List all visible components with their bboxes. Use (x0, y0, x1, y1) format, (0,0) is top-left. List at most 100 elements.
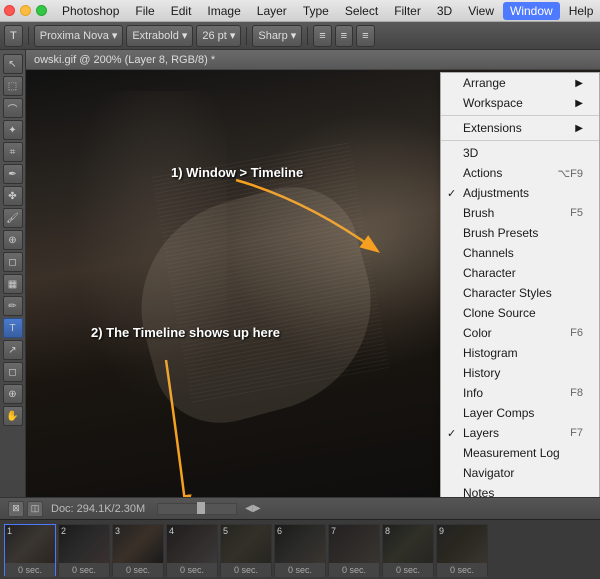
menu-type[interactable]: Type (296, 2, 336, 20)
canvas-tab[interactable]: owski.gif @ 200% (Layer 8, RGB/8) * (26, 50, 600, 70)
toolbar-divider-1 (28, 27, 29, 45)
frame-label-3: 0 sec. (113, 563, 163, 577)
tool-brush[interactable]: 🖌 (3, 208, 23, 228)
menu-item-arrange[interactable]: Arrange ▶ (441, 73, 599, 93)
menu-item-navigator-label: Navigator (463, 466, 514, 480)
menu-item-clone-source[interactable]: Clone Source (441, 303, 599, 323)
options-toolbar: T Proxima Nova ▾ Extrabold ▾ 26 pt ▾ Sha… (0, 22, 600, 50)
menu-item-navigator[interactable]: Navigator (441, 463, 599, 483)
tool-move[interactable]: ↖ (3, 54, 23, 74)
menu-item-histogram[interactable]: Histogram (441, 343, 599, 363)
menu-file[interactable]: File (128, 2, 161, 20)
timeline-frame-1[interactable]: 1 0 sec. (4, 524, 56, 576)
menu-item-color-label: Color (463, 326, 492, 340)
menu-layer[interactable]: Layer (250, 2, 294, 20)
tool-spot-heal[interactable]: ✤ (3, 186, 23, 206)
menu-item-color[interactable]: Color F6 (441, 323, 599, 343)
align-right-button[interactable]: ≡ (356, 25, 374, 47)
tool-hand[interactable]: ✋ (3, 406, 23, 426)
frame-thumbnail-9 (437, 525, 487, 563)
menu-item-extensions[interactable]: Extensions ▶ (441, 118, 599, 138)
timeline-frame-9[interactable]: 9 0 sec. (436, 524, 488, 576)
status-icons: ⊠ ◫ (8, 501, 43, 517)
menu-item-3d[interactable]: 3D (441, 143, 599, 163)
menu-item-workspace[interactable]: Workspace ▶ (441, 93, 599, 113)
menu-item-extensions-label: Extensions (463, 121, 522, 135)
tool-eraser[interactable]: ◻ (3, 252, 23, 272)
tool-path-select[interactable]: ↗ (3, 340, 23, 360)
menu-help[interactable]: Help (562, 2, 600, 20)
menu-window[interactable]: Window (503, 2, 560, 20)
font-style-selector[interactable]: Extrabold ▾ (126, 25, 193, 47)
menu-item-layers[interactable]: ✓ Layers F7 (441, 423, 599, 443)
menu-photoshop[interactable]: Photoshop (55, 2, 126, 20)
extensions-submenu-arrow: ▶ (575, 123, 583, 134)
menu-filter[interactable]: Filter (387, 2, 428, 20)
frame-num-1: 1 (7, 526, 12, 536)
frame-label-7: 0 sec. (329, 563, 379, 577)
tool-crop[interactable]: ⌗ (3, 142, 23, 162)
frame-thumbnail-2 (59, 525, 109, 563)
tool-pen[interactable]: ✏ (3, 296, 23, 316)
playhead[interactable] (197, 502, 205, 514)
timeline-frame-5[interactable]: 5 0 sec. (220, 524, 272, 576)
menu-item-brush[interactable]: Brush F5 (441, 203, 599, 223)
menu-3d[interactable]: 3D (430, 2, 459, 20)
font-size-input[interactable]: 26 pt ▾ (196, 25, 241, 47)
align-left-button[interactable]: ≡ (313, 25, 331, 47)
frame-thumbnail-1 (5, 525, 55, 563)
tool-wand[interactable]: ✦ (3, 120, 23, 140)
timeline-frame-3[interactable]: 3 0 sec. (112, 524, 164, 576)
frame-thumbnail-3 (113, 525, 163, 563)
menu-item-notes[interactable]: Notes (441, 483, 599, 497)
menu-item-character[interactable]: Character (441, 263, 599, 283)
menu-image[interactable]: Image (200, 2, 247, 20)
tool-lasso[interactable]: ⌒ (3, 98, 23, 118)
timeline-frame-7[interactable]: 7 0 sec. (328, 524, 380, 576)
menu-items: Photoshop File Edit Image Layer Type Sel… (55, 2, 600, 20)
progress-area (157, 503, 237, 515)
layers-check: ✓ (447, 427, 456, 440)
menu-item-layer-comps[interactable]: Layer Comps (441, 403, 599, 423)
menu-item-layers-label: Layers (463, 426, 499, 440)
tool-gradient[interactable]: ▦ (3, 274, 23, 294)
frame-label-2: 0 sec. (59, 563, 109, 577)
timeline-frame-8[interactable]: 8 0 sec. (382, 524, 434, 576)
tool-eyedropper[interactable]: ✒ (3, 164, 23, 184)
maximize-button[interactable] (36, 5, 47, 16)
menu-item-actions[interactable]: Actions ⌥F9 (441, 163, 599, 183)
tool-marquee[interactable]: ⬚ (3, 76, 23, 96)
menu-item-channels[interactable]: Channels (441, 243, 599, 263)
menu-item-actions-label: Actions (463, 166, 502, 180)
timeline-frame-6[interactable]: 6 0 sec. (274, 524, 326, 576)
menu-item-adjustments[interactable]: ✓ Adjustments (441, 183, 599, 203)
menu-view[interactable]: View (461, 2, 501, 20)
close-button[interactable] (4, 5, 15, 16)
menu-select[interactable]: Select (338, 2, 385, 20)
tool-zoom[interactable]: ⊕ (3, 384, 23, 404)
menu-item-info[interactable]: Info F8 (441, 383, 599, 403)
color-shortcut: F6 (570, 327, 583, 339)
menu-item-history[interactable]: History (441, 363, 599, 383)
timeline-frame-4[interactable]: 4 0 sec. (166, 524, 218, 576)
main-area: ↖ ⬚ ⌒ ✦ ⌗ ✒ ✤ 🖌 ⊕ ◻ ▦ ✏ T ↗ ◻ ⊕ ✋ owski.… (0, 50, 600, 497)
timeline-frame-2[interactable]: 2 0 sec. (58, 524, 110, 576)
font-family-selector[interactable]: Proxima Nova ▾ (34, 25, 124, 47)
frame-thumbnail-4 (167, 525, 217, 563)
align-center-button[interactable]: ≡ (335, 25, 353, 47)
status-icon-2[interactable]: ◫ (27, 501, 43, 517)
tool-shape[interactable]: ◻ (3, 362, 23, 382)
minimize-button[interactable] (20, 5, 31, 16)
frame-label-1: 0 sec. (5, 563, 55, 577)
menu-item-character-styles[interactable]: Character Styles (441, 283, 599, 303)
actions-shortcut: ⌥F9 (557, 167, 583, 180)
menu-edit[interactable]: Edit (164, 2, 199, 20)
menu-item-measurement-log[interactable]: Measurement Log (441, 443, 599, 463)
menu-item-character-label: Character (463, 266, 516, 280)
status-icon-1[interactable]: ⊠ (8, 501, 24, 517)
menu-item-brush-presets[interactable]: Brush Presets (441, 223, 599, 243)
tool-clone[interactable]: ⊕ (3, 230, 23, 250)
frame-thumbnail-5 (221, 525, 271, 563)
tool-type[interactable]: T (3, 318, 23, 338)
anti-alias-selector[interactable]: Sharp ▾ (252, 25, 302, 47)
